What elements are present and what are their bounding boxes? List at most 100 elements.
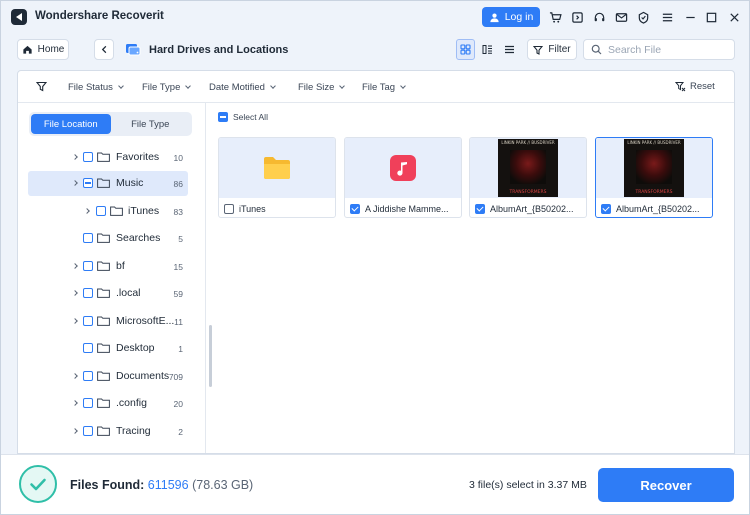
tree-item-bf[interactable]: bf 15: [28, 254, 188, 279]
chevron-right-icon[interactable]: [84, 208, 90, 214]
export-icon[interactable]: [570, 10, 584, 24]
tree-item-documents[interactable]: Documents 709: [28, 364, 188, 389]
select-all-checkbox[interactable]: Select All: [218, 112, 268, 122]
file-card[interactable]: iTunes: [218, 137, 336, 218]
file-type-dropdown[interactable]: File Type: [142, 82, 192, 93]
file-size-dropdown[interactable]: File Size: [298, 82, 346, 93]
file-checkbox[interactable]: [224, 203, 234, 214]
file-card[interactable]: A Jiddishe Mamme...: [344, 137, 462, 218]
album-art-bottom-text: TRANSFORMERS: [509, 190, 547, 195]
file-checkbox[interactable]: [475, 203, 485, 214]
tree-item-itunes[interactable]: iTunes 83: [28, 199, 188, 224]
search-input[interactable]: [608, 43, 728, 56]
file-checkbox[interactable]: [350, 203, 360, 214]
item-checkbox[interactable]: [83, 398, 93, 408]
detail-view-button[interactable]: [478, 39, 497, 60]
shield-icon[interactable]: [636, 10, 650, 24]
tab-file-location[interactable]: File Location: [31, 114, 111, 134]
tree-scrollbar[interactable]: [209, 325, 212, 387]
item-checkbox[interactable]: [83, 343, 93, 353]
chevron-right-icon[interactable]: [72, 400, 78, 406]
headset-icon[interactable]: [592, 10, 606, 24]
tree-item-config[interactable]: .config 20: [28, 391, 188, 416]
chevron-right-icon[interactable]: [72, 373, 78, 379]
tree-item-tracing[interactable]: Tracing 2: [28, 419, 188, 444]
folder-icon: [97, 343, 110, 353]
file-thumbnail: LINKIN PARK // BUSDRIVER TRANSFORMERS: [470, 138, 586, 198]
tree-item-favorites[interactable]: Favorites 10: [28, 145, 188, 170]
search-box[interactable]: [583, 39, 735, 60]
file-card-footer: iTunes: [219, 198, 335, 217]
album-art-top-text: LINKIN PARK // BUSDRIVER: [501, 140, 555, 145]
chevron-right-icon[interactable]: [72, 290, 78, 296]
chevron-right-icon[interactable]: [72, 428, 78, 434]
item-checkbox[interactable]: [83, 152, 93, 162]
select-all-box[interactable]: [218, 112, 228, 122]
tree-item-local[interactable]: .local 59: [28, 281, 188, 306]
item-checkbox[interactable]: [83, 261, 93, 271]
tree-item-count: 15: [173, 262, 183, 272]
item-checkbox[interactable]: [83, 426, 93, 436]
reset-button[interactable]: Reset: [675, 81, 715, 92]
grid-view-button[interactable]: [456, 39, 475, 60]
dropdown-label: File Size: [298, 82, 335, 93]
recover-button[interactable]: Recover: [598, 468, 734, 502]
chevron-right-icon[interactable]: [72, 318, 78, 324]
minimize-icon[interactable]: [683, 10, 697, 24]
folder-icon: [97, 371, 110, 381]
item-checkbox[interactable]: [83, 233, 93, 243]
item-checkbox[interactable]: [83, 316, 93, 326]
home-icon: [23, 45, 32, 54]
filter-button[interactable]: Filter: [527, 39, 577, 60]
date-modified-dropdown[interactable]: Date Motified: [209, 82, 276, 93]
funnel-icon[interactable]: [36, 81, 47, 92]
tree-item-label: MicrosoftE...: [116, 315, 175, 327]
tree-item-count: 709: [168, 372, 183, 382]
item-checkbox[interactable]: [83, 371, 93, 381]
files-found-text: Files Found: 611596 (78.63 GB): [70, 478, 253, 492]
file-checkbox[interactable]: [601, 203, 611, 214]
file-card[interactable]: LINKIN PARK // BUSDRIVER TRANSFORMERS Al…: [595, 137, 713, 218]
dropdown-label: File Status: [68, 82, 113, 93]
login-button[interactable]: Log in: [482, 7, 540, 27]
folder-icon: [97, 261, 110, 271]
chevron-down-icon: [118, 83, 124, 89]
item-checkbox[interactable]: [96, 206, 106, 216]
file-card-footer: AlbumArt_{B50202...: [470, 198, 586, 217]
item-checkbox[interactable]: [83, 178, 93, 188]
home-button[interactable]: Home: [17, 39, 69, 60]
search-icon: [591, 44, 602, 55]
files-found-count: 611596: [147, 478, 189, 492]
tree-item-label: .config: [116, 397, 147, 409]
tree-item-searches[interactable]: Searches 5: [28, 226, 188, 251]
chevron-right-icon[interactable]: [72, 154, 78, 160]
tree-item-count: 83: [173, 207, 183, 217]
file-name: iTunes: [239, 203, 266, 214]
tab-file-type[interactable]: File Type: [111, 114, 191, 134]
file-status-dropdown[interactable]: File Status: [68, 82, 124, 93]
list-view-button[interactable]: [500, 39, 519, 60]
tree-item-label: Searches: [116, 232, 161, 244]
chevron-right-icon[interactable]: [72, 263, 78, 269]
file-card[interactable]: LINKIN PARK // BUSDRIVER TRANSFORMERS Al…: [469, 137, 587, 218]
album-art-top-text: LINKIN PARK // BUSDRIVER: [627, 140, 681, 145]
detail-list-icon: [482, 45, 492, 54]
chevron-right-icon[interactable]: [72, 180, 78, 186]
maximize-icon[interactable]: [704, 10, 718, 24]
music-file-icon: [390, 155, 416, 181]
tree-item-music[interactable]: Music 86: [28, 171, 188, 196]
file-thumbnail: LINKIN PARK // BUSDRIVER TRANSFORMERS: [596, 138, 712, 198]
checkmark-icon: [30, 478, 46, 491]
item-checkbox[interactable]: [83, 288, 93, 298]
back-button[interactable]: [94, 39, 114, 60]
file-tag-dropdown[interactable]: File Tag: [362, 82, 406, 93]
location-title: Hard Drives and Locations: [149, 44, 289, 56]
cart-icon[interactable]: [548, 10, 562, 24]
menu-icon[interactable]: [660, 10, 674, 24]
tree-item-microsoftedge[interactable]: MicrosoftE... 11: [28, 309, 188, 334]
view-mode-toggle: File Location File Type: [29, 112, 192, 136]
close-icon[interactable]: [727, 10, 741, 24]
mail-icon[interactable]: [614, 10, 628, 24]
tree-item-desktop[interactable]: Desktop 1: [28, 336, 188, 361]
home-label: Home: [37, 44, 65, 55]
